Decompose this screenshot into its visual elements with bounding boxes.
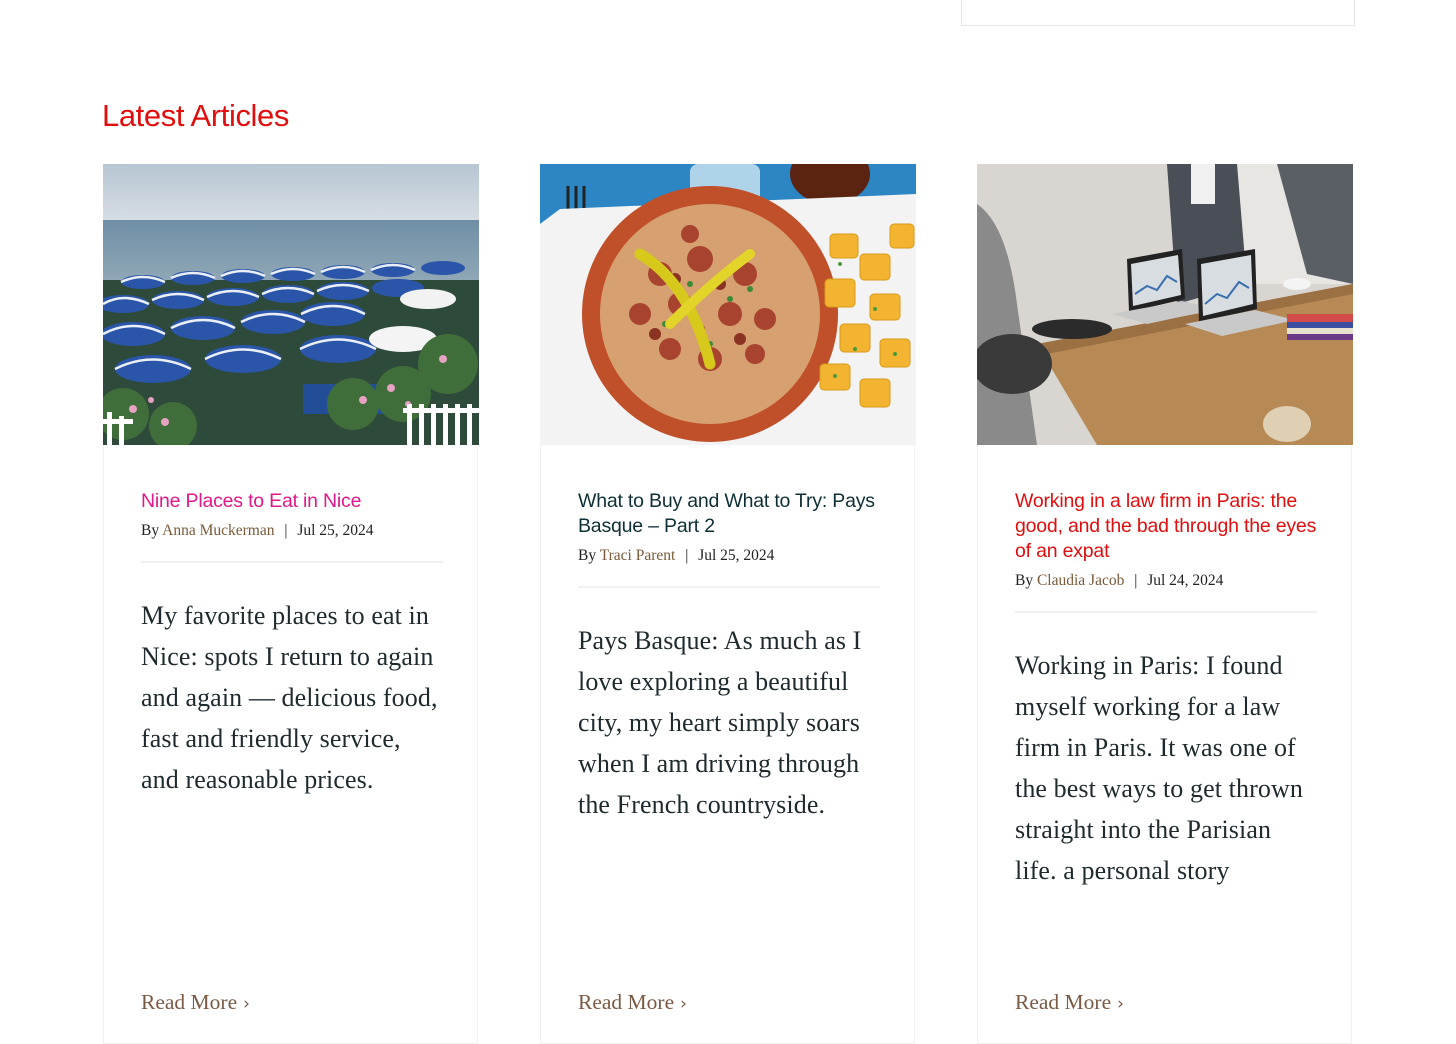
meta-separator: | [284,522,288,539]
section-title: Latest Articles [102,98,289,133]
meta-separator: | [685,547,689,564]
article-date: Jul 25, 2024 [698,547,775,564]
meta-separator: | [1134,572,1138,589]
read-more-label: Read More [1015,990,1112,1014]
article-card-nice: Nine Places to Eat in Nice By Anna Mucke… [103,164,479,1044]
article-meta: By Anna Muckerman | Jul 25, 2024 [141,521,443,541]
sidebar-widget-box [961,0,1355,26]
read-more-link[interactable]: Read More › [578,990,687,1015]
article-title[interactable]: Working in a law firm in Paris: the good… [1015,489,1317,564]
article-image-food[interactable] [540,164,916,445]
chevron-right-icon: › [1117,994,1124,1014]
article-card-paris-law-firm: Working in a law firm in Paris: the good… [977,164,1353,1044]
divider [578,586,880,588]
article-meta: By Claudia Jacob | Jul 24, 2024 [1015,571,1317,591]
article-excerpt: Pays Basque: As much as I love exploring… [578,626,862,819]
article-excerpt: My favorite places to eat in Nice: spots… [141,601,438,794]
divider [1015,611,1317,613]
divider [141,561,443,563]
read-more-link[interactable]: Read More › [141,990,250,1015]
article-card-pays-basque: What to Buy and What to Try: Pays Basque… [540,164,916,1044]
author-link[interactable]: Traci Parent [600,547,676,564]
read-more-label: Read More [578,990,675,1014]
article-title[interactable]: What to Buy and What to Try: Pays Basque… [578,489,880,539]
article-image-beach[interactable] [103,164,479,445]
chevron-right-icon: › [243,994,250,1014]
article-excerpt: Working in Paris: I found myself working… [1015,651,1303,885]
article-body: What to Buy and What to Try: Pays Basque… [578,489,880,825]
author-link[interactable]: Anna Muckerman [162,522,274,539]
article-image-office[interactable] [977,164,1353,445]
by-label: By [1015,572,1034,589]
article-title[interactable]: Nine Places to Eat in Nice [141,489,443,514]
article-meta: By Traci Parent | Jul 25, 2024 [578,546,880,566]
article-date: Jul 25, 2024 [297,522,374,539]
by-label: By [141,522,160,539]
by-label: By [578,547,597,564]
read-more-label: Read More [141,990,238,1014]
read-more-link[interactable]: Read More › [1015,990,1124,1015]
chevron-right-icon: › [680,994,687,1014]
article-date: Jul 24, 2024 [1147,572,1224,589]
article-body: Working in a law firm in Paris: the good… [1015,489,1317,891]
author-link[interactable]: Claudia Jacob [1037,572,1124,589]
article-body: Nine Places to Eat in Nice By Anna Mucke… [141,489,443,800]
